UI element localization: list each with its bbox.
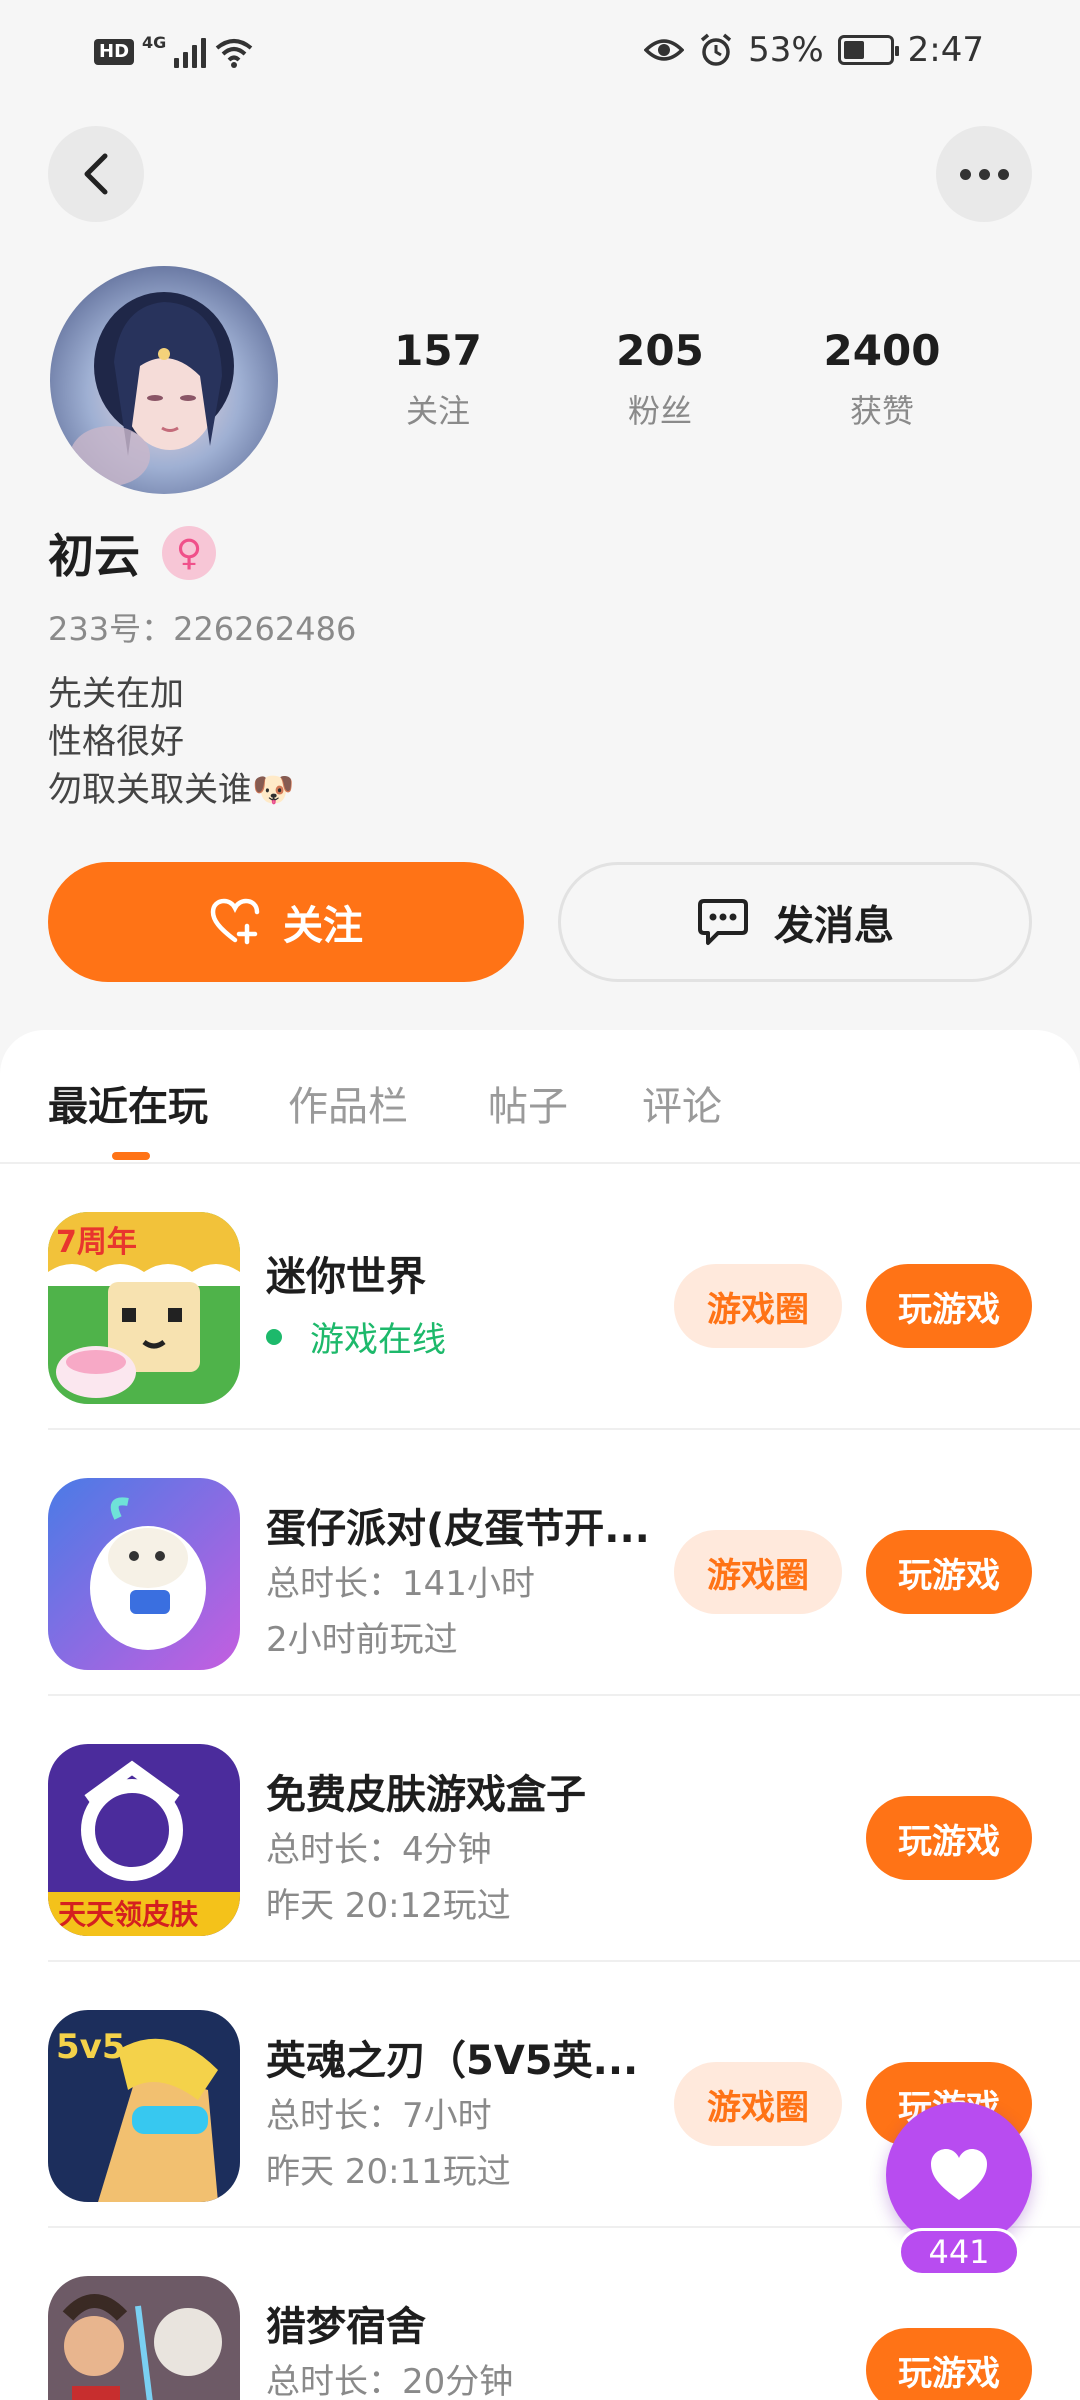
stat-followers[interactable]: 205 粉丝 xyxy=(560,326,760,432)
message-label: 发消息 xyxy=(774,903,894,949)
stat-value: 2400 xyxy=(823,326,941,375)
stat-following[interactable]: 157 关注 xyxy=(338,326,538,432)
heart-add-icon xyxy=(210,898,260,945)
tab-bar: 最近在玩 作品栏 帖子 评论 xyxy=(0,1030,1080,1164)
network-type: 4G xyxy=(142,32,167,52)
game-circle-button[interactable]: 游戏圈 xyxy=(674,1264,842,1348)
tab-posts[interactable]: 帖子 xyxy=(488,1074,568,1132)
more-dots-icon xyxy=(959,168,1009,180)
game-duration: 总时长：7小时 xyxy=(266,2096,492,2136)
user-id: 233号：226262486 xyxy=(48,610,357,648)
game-last-played: 昨天 20:11玩过 xyxy=(266,2152,511,2192)
svg-text:天天领皮肤: 天天领皮肤 xyxy=(58,1898,199,1931)
user-name: 初云 xyxy=(48,529,140,583)
svg-text:7周年: 7周年 xyxy=(56,1225,137,1260)
game-icon-skin-box[interactable]: 天天领皮肤 xyxy=(48,1744,240,1936)
battery-percent: 53% xyxy=(748,30,824,70)
status-right: 53% 2:47 xyxy=(644,30,984,70)
alarm-icon xyxy=(700,33,732,66)
eye-icon xyxy=(644,39,685,61)
back-button[interactable] xyxy=(48,126,144,222)
tab-works[interactable]: 作品栏 xyxy=(288,1074,408,1132)
stat-label: 获赞 xyxy=(849,392,914,430)
tab-indicator xyxy=(112,1152,150,1160)
battery-icon xyxy=(837,35,899,65)
bio-line: 先关在加 xyxy=(48,674,184,714)
play-game-button[interactable]: 玩游戏 xyxy=(866,1264,1032,1348)
game-row[interactable]: 7周年 迷你世界 游戏在线 游戏圈 玩游戏 xyxy=(0,1164,1080,1430)
game-icon-hero-blade[interactable]: 5v5 xyxy=(48,2010,240,2202)
game-last-played: 2小时前玩过 xyxy=(266,1620,458,1660)
game-icon-mini-world[interactable]: 7周年 xyxy=(48,1212,240,1404)
game-duration: 总时长：141小时 xyxy=(266,1564,535,1604)
game-last-played: 昨天 20:12玩过 xyxy=(266,1886,511,1926)
online-label: 游戏在线 xyxy=(310,1320,446,1360)
more-button[interactable] xyxy=(936,126,1032,222)
stat-value: 157 xyxy=(394,326,482,375)
stat-likes[interactable]: 2400 获赞 xyxy=(782,326,982,432)
clock: 2:47 xyxy=(907,30,984,70)
gender-female-icon: ♀ xyxy=(162,526,216,580)
tab-recent-playing[interactable]: 最近在玩 xyxy=(48,1074,208,1132)
play-game-button[interactable]: 玩游戏 xyxy=(866,2328,1032,2400)
floating-like-button[interactable] xyxy=(886,2102,1032,2248)
svg-text:5v5: 5v5 xyxy=(56,2027,125,2067)
like-count-badge: 441 xyxy=(898,2228,1020,2276)
message-button[interactable]: 发消息 xyxy=(558,862,1032,982)
chevron-left-icon xyxy=(84,153,108,195)
game-title: 蛋仔派对(皮蛋节开... xyxy=(266,1506,650,1552)
game-circle-button[interactable]: 游戏圈 xyxy=(674,1530,842,1614)
chat-bubble-icon xyxy=(698,899,748,945)
game-row[interactable]: 天天领皮肤 免费皮肤游戏盒子 总时长：4分钟 昨天 20:12玩过 玩游戏 xyxy=(0,1696,1080,1962)
stat-label: 关注 xyxy=(405,392,470,430)
status-bar: HD 4G 53% 2:47 xyxy=(0,0,1080,110)
user-bio: 先关在加 性格很好 勿取关取关谁🐶 xyxy=(48,670,294,814)
hd-badge: HD xyxy=(94,39,135,65)
game-circle-button[interactable]: 游戏圈 xyxy=(674,2062,842,2146)
play-game-button[interactable]: 玩游戏 xyxy=(866,1530,1032,1614)
game-title: 迷你世界 xyxy=(266,1254,426,1300)
game-duration: 总时长：4分钟 xyxy=(266,1830,492,1870)
game-icon-eggy-party[interactable] xyxy=(48,1478,240,1670)
avatar-image xyxy=(70,292,234,486)
play-game-button[interactable]: 玩游戏 xyxy=(866,1796,1032,1880)
follow-button[interactable]: 关注 xyxy=(48,862,524,982)
game-duration: 总时长：20分钟 xyxy=(266,2362,514,2400)
signal-icon xyxy=(174,36,207,68)
online-dot-icon xyxy=(266,1328,282,1345)
wifi-icon xyxy=(216,39,253,68)
tab-comments[interactable]: 评论 xyxy=(642,1074,722,1132)
stat-value: 205 xyxy=(616,326,704,375)
heart-icon xyxy=(931,2149,987,2200)
bio-line: 性格很好 xyxy=(48,722,184,762)
game-row[interactable]: 蛋仔派对(皮蛋节开... 总时长：141小时 2小时前玩过 游戏圈 玩游戏 xyxy=(0,1430,1080,1696)
status-left: HD 4G xyxy=(94,32,254,68)
game-title: 英魂之刃（5V5英... xyxy=(266,2038,639,2084)
name-row: 初云 ♀ xyxy=(48,520,216,586)
online-status: 游戏在线 xyxy=(266,1312,446,1361)
game-title: 猎梦宿舍 xyxy=(266,2304,426,2350)
bio-line: 勿取关取关谁🐶 xyxy=(48,770,295,810)
avatar[interactable] xyxy=(50,266,278,494)
game-icon-dream-hunting-dorm[interactable] xyxy=(48,2276,240,2400)
follow-label: 关注 xyxy=(283,903,363,949)
stat-label: 粉丝 xyxy=(627,392,692,430)
game-title: 免费皮肤游戏盒子 xyxy=(266,1772,586,1818)
